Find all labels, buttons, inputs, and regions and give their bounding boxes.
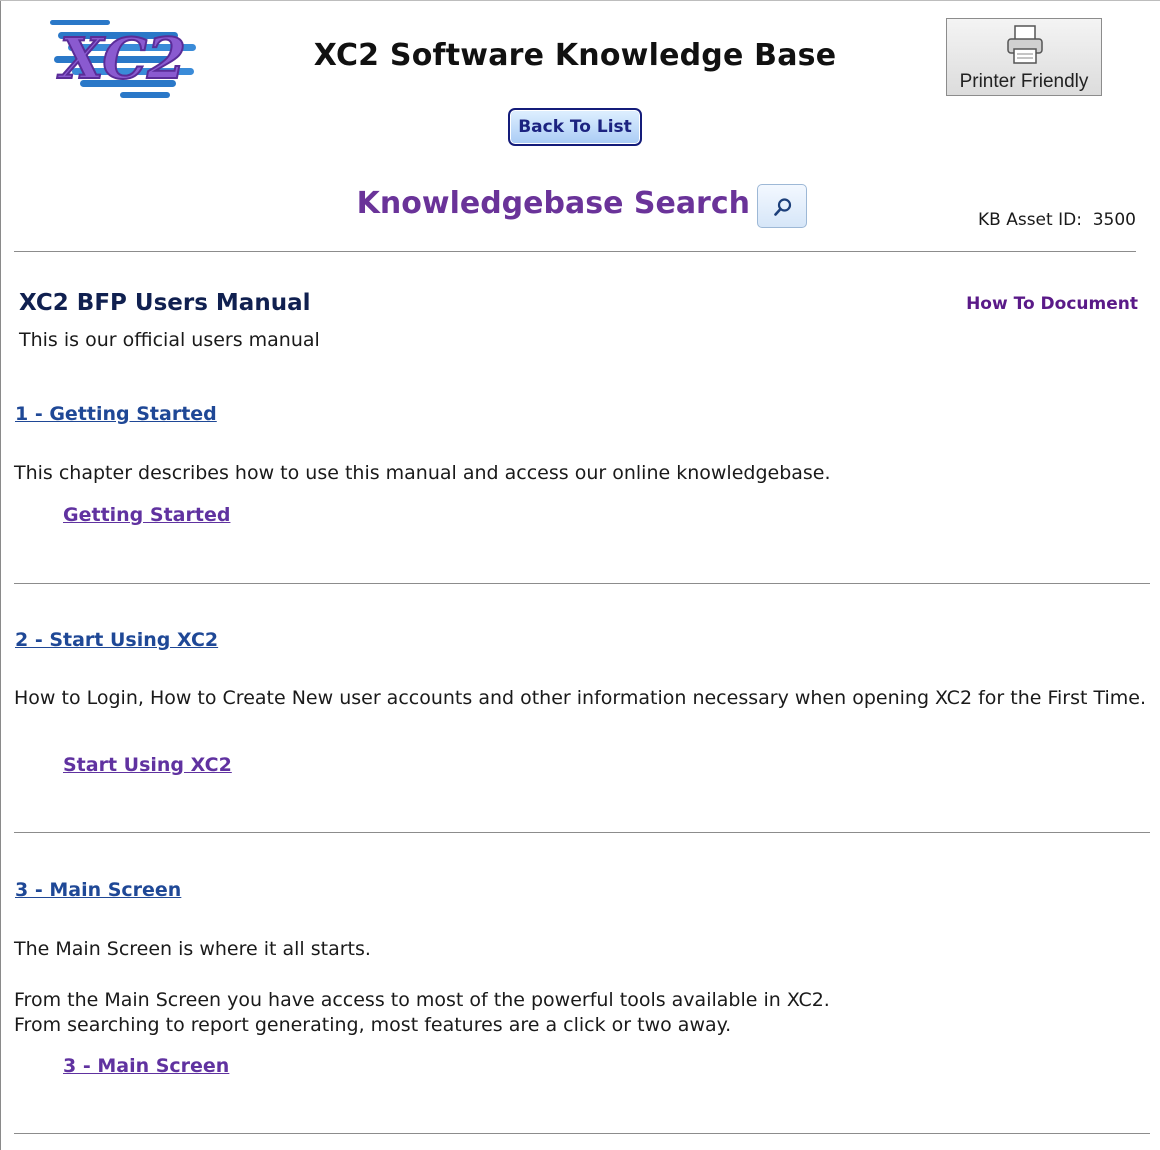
site-title: XC2 Software Knowledge Base bbox=[313, 38, 837, 73]
chapter-article-link[interactable]: Getting Started bbox=[63, 504, 230, 526]
logo-text: XC2 bbox=[57, 26, 186, 92]
chapter-article-link[interactable]: Start Using XC2 bbox=[63, 754, 232, 776]
search-icon bbox=[774, 198, 792, 216]
chapter-article-link[interactable]: 3 - Main Screen bbox=[63, 1055, 229, 1077]
chapter-divider bbox=[14, 583, 1150, 584]
chapter-description: This chapter describes how to use this m… bbox=[14, 462, 831, 484]
printer-icon bbox=[1007, 25, 1043, 64]
chapter-divider bbox=[14, 832, 1150, 833]
chapter-description: From searching to report generating, mos… bbox=[14, 1014, 732, 1036]
printer-friendly-button[interactable]: Printer Friendly bbox=[946, 18, 1102, 96]
document-title: XC2 BFP Users Manual bbox=[19, 290, 311, 316]
kb-asset-id: KB Asset ID: 3500 bbox=[978, 210, 1136, 230]
printer-friendly-label: Printer Friendly bbox=[959, 71, 1089, 92]
chapter-description: The Main Screen is where it all starts. bbox=[14, 938, 371, 960]
window-top-border bbox=[0, 0, 1160, 1]
chapter-heading-link[interactable]: 1 - Getting Started bbox=[15, 403, 217, 425]
chapter-heading-link[interactable]: 2 - Start Using XC2 bbox=[15, 629, 218, 651]
header-divider bbox=[14, 251, 1136, 252]
knowledgebase-search-title: Knowledgebase Search bbox=[356, 186, 750, 221]
document-description: This is our official users manual bbox=[19, 329, 320, 351]
chapter-divider bbox=[14, 1133, 1150, 1134]
document-type: How To Document bbox=[966, 294, 1138, 314]
chapter-description: How to Login, How to Create New user acc… bbox=[14, 687, 1147, 709]
xc2-logo: XC2 bbox=[50, 18, 200, 100]
window-left-border bbox=[0, 0, 1, 1150]
search-button[interactable] bbox=[757, 184, 807, 228]
chapter-heading-link[interactable]: 3 - Main Screen bbox=[15, 879, 181, 901]
back-to-list-button[interactable]: Back To List bbox=[508, 108, 642, 146]
chapter-description: From the Main Screen you have access to … bbox=[14, 989, 830, 1011]
